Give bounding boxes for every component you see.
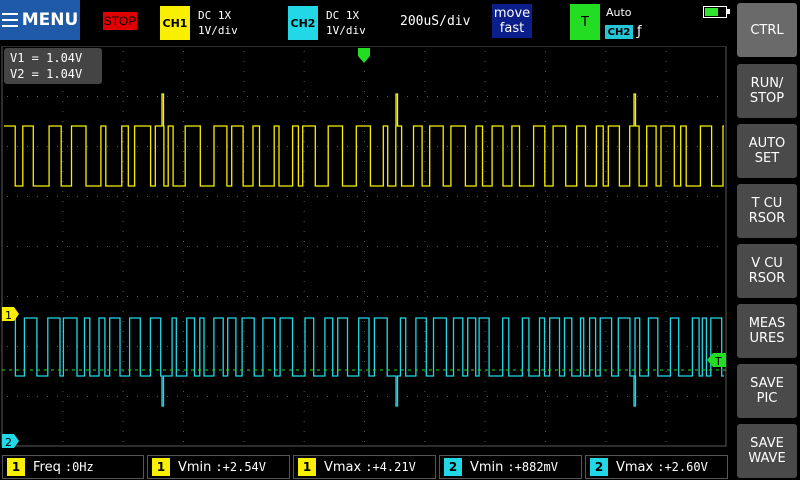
hamburger-icon [1, 13, 18, 27]
measure-ch1-freq[interactable]: 1 Freq :0Hz [2, 455, 144, 479]
measure-label: Vmin [178, 459, 212, 475]
measure-label: Freq [33, 459, 61, 475]
ch1-marker-label: 1 [5, 309, 12, 322]
ch2-marker-label: 2 [5, 436, 12, 449]
cursor-v2: V2 = 1.04V [10, 67, 83, 81]
measure-channel-badge: 1 [298, 458, 316, 476]
measure-ch1-vmin[interactable]: 1 Vmin :+2.54V [147, 455, 290, 479]
measure-value: :0Hz [64, 460, 94, 474]
ch1-scale: 1V/div [198, 24, 238, 37]
ctrl-button[interactable]: CTRL [737, 3, 797, 57]
measure-channel-badge: 1 [152, 458, 170, 476]
trigger-source[interactable]: CH2 [605, 25, 633, 39]
trigger-level-label: T [714, 355, 722, 368]
trigger-button[interactable]: T [570, 4, 600, 40]
ch2-coupling: DC 1X [326, 9, 360, 22]
measure-ch1-vmax[interactable]: 1 Vmax :+4.21V [293, 455, 436, 479]
v-cursor-button[interactable]: V CU RSOR [737, 244, 797, 298]
cursor-v1: V1 = 1.04V [10, 51, 83, 65]
auto-set-button[interactable]: AUTO SET [737, 124, 797, 178]
move-mode-toggle[interactable]: move fast [492, 4, 532, 38]
ch1-coupling: DC 1X [198, 9, 232, 22]
t-cursor-button[interactable]: T CU RSOR [737, 184, 797, 238]
ch2-settings[interactable]: DC 1X 1V/div [326, 8, 366, 38]
move-mode-line1: move [493, 6, 531, 21]
ch1-tag[interactable]: CH1 [160, 6, 190, 40]
measure-ch2-vmin[interactable]: 2 Vmin :+882mV [439, 455, 582, 479]
measure-value: :+2.54V [215, 460, 267, 474]
trigger-mode: Auto [606, 6, 632, 19]
menu-label: MENU [21, 10, 79, 30]
move-mode-line2: fast [499, 21, 525, 36]
waveform-display[interactable]: 1 2 T [0, 46, 730, 454]
ch2-scale: 1V/div [326, 24, 366, 37]
measure-label: Vmax [324, 459, 362, 475]
run-stop-button[interactable]: RUN/ STOP [737, 64, 797, 118]
run-state-badge[interactable]: STOP [103, 12, 137, 30]
measure-ch2-vmax[interactable]: 2 Vmax :+2.60V [585, 455, 728, 479]
measures-button[interactable]: MEAS URES [737, 304, 797, 358]
rising-edge-icon: ƒ [637, 24, 642, 39]
menu-button[interactable]: MENU [0, 0, 80, 40]
battery-icon [703, 6, 730, 18]
save-wave-button[interactable]: SAVE WAVE [737, 424, 797, 478]
timebase-readout[interactable]: 200uS/div [400, 14, 470, 29]
measure-channel-badge: 2 [444, 458, 462, 476]
measure-channel-badge: 1 [7, 458, 25, 476]
save-pic-button[interactable]: SAVE PIC [737, 364, 797, 418]
ch2-tag[interactable]: CH2 [288, 6, 318, 40]
measure-label: Vmax [616, 459, 654, 475]
measure-value: :+2.60V [657, 460, 708, 474]
voltage-cursor-readout: V1 = 1.04V V2 = 1.04V [4, 48, 102, 84]
measure-value: :+4.21V [365, 460, 416, 474]
side-panel: CTRL RUN/ STOP AUTO SET T CU RSOR V CU R… [733, 0, 800, 480]
measure-channel-badge: 2 [590, 458, 608, 476]
ch1-settings[interactable]: DC 1X 1V/div [198, 8, 238, 38]
measure-value: :+882mV [507, 460, 559, 474]
measure-label: Vmin [470, 459, 504, 475]
